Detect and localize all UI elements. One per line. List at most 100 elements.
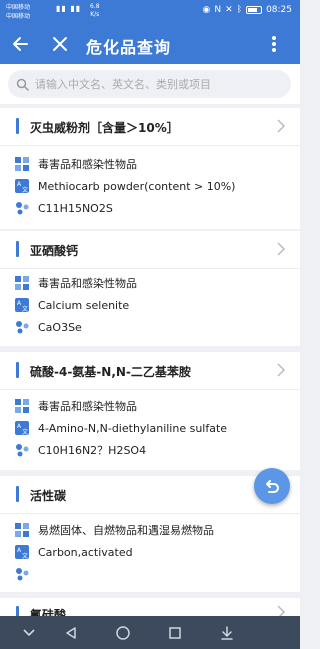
item-name: 亚硒酸钙 [30, 244, 79, 258]
more-menu-button[interactable] [262, 32, 286, 56]
nav-recents-button[interactable] [166, 624, 184, 642]
carrier-info: 中国移动 中国移动 [6, 3, 30, 21]
accent-bar [16, 118, 19, 134]
item-category: 毒害品和感染性物品 [38, 400, 137, 413]
nav-home-button[interactable] [114, 624, 132, 642]
item-header: 氰硅酸 [0, 598, 300, 616]
list-item[interactable]: 硫酸-4-氨基-N,N-二乙基苯胺 毒害品和感染性物品 A文 4-Amino-N… [0, 352, 300, 470]
chevron-right-icon [277, 242, 286, 256]
speed-value: 6.8 [90, 3, 100, 10]
item-formula: CaO3Se [38, 320, 82, 334]
english-row: A文 Methiocarb powder(content > 10%) [14, 176, 235, 196]
molecule-icon [14, 200, 30, 216]
signal-icon: ▮▮ ▮▮ [56, 4, 82, 13]
accent-bar [16, 606, 19, 616]
english-row: A文 4-Amino-N,N-diethylaniline sulfate [14, 418, 227, 438]
chevron-right-icon [277, 119, 286, 133]
item-name: 硫酸-4-氨基-N,N-二乙基苯胺 [30, 365, 191, 379]
list-item[interactable]: 氰硅酸 [0, 598, 300, 616]
mute-icon: ✕ [225, 5, 233, 15]
status-right: ◉ N ✕ ᛒ 08:25 [203, 5, 292, 15]
category-icon [14, 156, 30, 172]
nfc-icon: N [214, 5, 222, 15]
carrier-2: 中国移动 [6, 13, 31, 20]
system-nav-bar [0, 616, 300, 649]
item-name: 氰硅酸 [30, 608, 67, 616]
square-recents-icon [169, 627, 181, 639]
category-row: 易燃固体、自燃物品和遇湿易燃物品 [14, 520, 214, 540]
language-icon: A文 [14, 544, 30, 560]
svg-text:文: 文 [22, 305, 28, 312]
eye-icon: ◉ [202, 5, 211, 15]
formula-row: C11H15NO2S [14, 198, 113, 218]
network-speed: 6.8 K/s [90, 3, 100, 19]
item-header: 灭虫威粉剂［含量＞10%］ [0, 108, 300, 146]
speed-unit: K/s [90, 11, 100, 18]
search-area [0, 64, 300, 104]
battery-icon [246, 6, 263, 14]
more-vertical-icon [272, 36, 276, 52]
molecule-icon [14, 442, 30, 458]
item-category: 毒害品和感染性物品 [38, 277, 137, 290]
item-name: 活性碳 [30, 489, 67, 503]
formula-row: CaO3Se [14, 317, 82, 337]
language-icon: A文 [14, 178, 30, 194]
back-to-top-button[interactable] [254, 468, 290, 504]
english-row: A文 Carbon,activated [14, 542, 133, 562]
triangle-back-icon [66, 627, 76, 639]
item-header: 硫酸-4-氨基-N,N-二乙基苯胺 [0, 352, 300, 390]
close-button[interactable] [48, 32, 72, 56]
svg-text:文: 文 [22, 552, 28, 559]
app-bar: 危化品查询 [0, 24, 300, 64]
english-row: A文 Calcium selenite [14, 295, 129, 315]
language-icon: A文 [14, 420, 30, 436]
item-formula: C10H16N2？H2SO4 [38, 444, 147, 457]
nav-notification-button[interactable] [218, 624, 236, 642]
list-item[interactable]: 灭虫威粉剂［含量＞10%］ 毒害品和感染性物品 A文 Methiocarb po… [0, 108, 300, 229]
page-title: 危化品查询 [86, 38, 172, 57]
carrier-1: 中国移动 [6, 4, 31, 11]
chevron-down-icon [23, 629, 35, 637]
item-category: 毒害品和感染性物品 [38, 158, 137, 171]
svg-text:文: 文 [22, 428, 28, 435]
bluetooth-icon: ᛒ [236, 5, 243, 15]
nav-collapse-button[interactable] [20, 624, 38, 642]
item-name: 灭虫威粉剂［含量＞10%］ [30, 121, 179, 135]
language-icon: A文 [14, 297, 30, 313]
close-icon [53, 37, 67, 51]
chevron-right-icon [277, 605, 286, 616]
category-icon [14, 522, 30, 538]
clock: 08:25 [266, 5, 292, 15]
item-category: 易燃固体、自燃物品和遇湿易燃物品 [38, 524, 214, 537]
chevron-right-icon [277, 363, 286, 377]
search-input[interactable] [35, 77, 275, 91]
list-item[interactable]: 亚硒酸钙 毒害品和感染性物品 A文 Calcium selenite CaO3S… [0, 231, 300, 346]
item-english-name: Calcium selenite [38, 298, 130, 312]
arrow-left-icon [13, 37, 28, 51]
accent-bar [16, 486, 19, 502]
molecule-icon [14, 319, 30, 335]
search-icon [16, 78, 29, 91]
accent-bar [16, 362, 19, 378]
category-row: 毒害品和感染性物品 [14, 154, 137, 174]
nav-back-button[interactable] [62, 624, 80, 642]
svg-text:文: 文 [22, 186, 28, 193]
search-box[interactable] [8, 70, 291, 98]
category-icon [14, 398, 30, 414]
item-header: 亚硒酸钙 [0, 231, 300, 269]
status-bar: 中国移动 中国移动 ▮▮ ▮▮ 6.8 K/s ◉ N ✕ ᛒ 08:25 [0, 0, 300, 24]
category-icon [14, 275, 30, 291]
formula-row [14, 564, 38, 584]
pull-down-icon [221, 626, 233, 640]
accent-bar [16, 241, 19, 257]
formula-row: C10H16N2？H2SO4 [14, 440, 146, 460]
back-button[interactable] [8, 32, 32, 56]
undo-icon [266, 480, 279, 493]
item-english-name: Carbon,activated [38, 545, 133, 559]
molecule-icon [14, 566, 30, 582]
circle-home-icon [116, 626, 130, 640]
item-english-name: Methiocarb powder(content > 10%) [38, 179, 236, 193]
category-row: 毒害品和感染性物品 [14, 396, 137, 416]
category-row: 毒害品和感染性物品 [14, 273, 137, 293]
item-english-name: 4-Amino-N,N-diethylaniline sulfate [38, 421, 228, 435]
